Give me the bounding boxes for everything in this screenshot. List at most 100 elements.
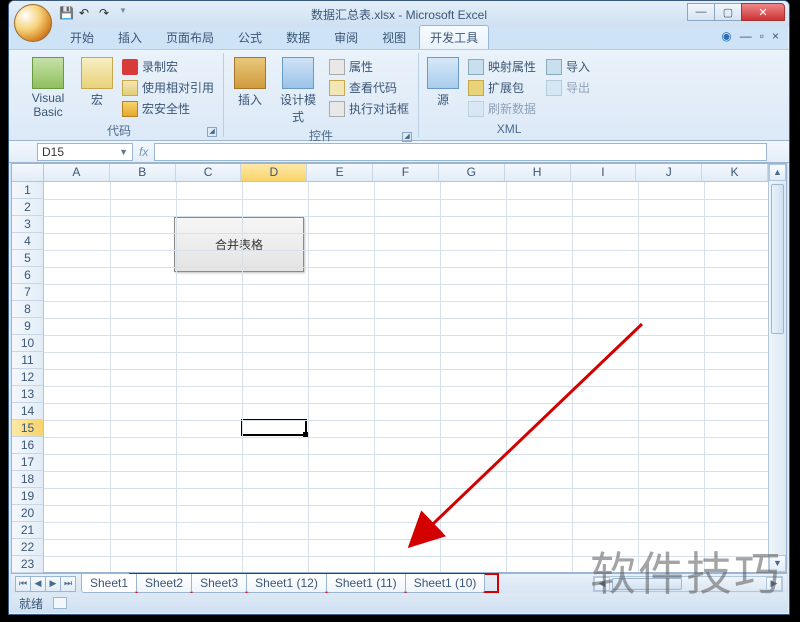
row-header[interactable]: 8 xyxy=(12,301,43,318)
formula-input[interactable] xyxy=(154,143,767,161)
scroll-thumb[interactable] xyxy=(771,184,784,334)
restore-workbook-icon[interactable]: ▫ xyxy=(760,29,764,43)
row-header[interactable]: 18 xyxy=(12,471,43,488)
row-header[interactable]: 12 xyxy=(12,369,43,386)
row-header[interactable]: 22 xyxy=(12,539,43,556)
row-header[interactable]: 10 xyxy=(12,335,43,352)
cell-grid[interactable]: 合并表格 xyxy=(44,182,768,572)
relative-ref-button[interactable]: 使用相对引用 xyxy=(119,78,217,97)
row-header[interactable]: 14 xyxy=(12,403,43,420)
help-icon[interactable]: ◉ xyxy=(721,29,731,43)
scroll-left-icon[interactable]: ◀ xyxy=(594,577,610,591)
row-header[interactable]: 16 xyxy=(12,437,43,454)
row-header[interactable]: 5 xyxy=(12,250,43,267)
fx-icon[interactable]: fx xyxy=(139,145,148,159)
refresh-data-button[interactable]: 刷新数据 xyxy=(465,99,539,118)
ribbon-tab-4[interactable]: 数据 xyxy=(275,25,321,49)
col-header[interactable]: J xyxy=(636,164,702,181)
sheet-tab[interactable]: Sheet3 xyxy=(191,574,247,593)
view-code-button[interactable]: 查看代码 xyxy=(326,78,412,97)
ribbon-tab-3[interactable]: 公式 xyxy=(227,25,273,49)
row-header[interactable]: 21 xyxy=(12,522,43,539)
row-header[interactable]: 1 xyxy=(12,182,43,199)
maximize-button[interactable]: ▢ xyxy=(714,3,742,21)
expansion-pack-button[interactable]: 扩展包 xyxy=(465,78,539,97)
macros-button[interactable]: 宏 xyxy=(79,55,115,110)
col-header[interactable]: I xyxy=(571,164,637,181)
row-header[interactable]: 7 xyxy=(12,284,43,301)
prev-sheet-button[interactable]: ◀ xyxy=(30,576,46,592)
col-header[interactable]: A xyxy=(44,164,110,181)
horizontal-scrollbar[interactable]: ◀ ▶ xyxy=(593,576,783,592)
save-icon[interactable]: 💾 xyxy=(59,6,75,22)
ribbon-tab-7[interactable]: 开发工具 xyxy=(419,25,489,49)
row-header[interactable]: 20 xyxy=(12,505,43,522)
record-macro-button[interactable]: 录制宏 xyxy=(119,57,217,76)
name-box[interactable]: D15▼ xyxy=(37,143,133,161)
scroll-right-icon[interactable]: ▶ xyxy=(766,577,782,591)
min-ribbon-icon[interactable]: — xyxy=(740,29,752,43)
row-header[interactable]: 3 xyxy=(12,216,43,233)
minimize-button[interactable]: — xyxy=(687,3,715,21)
qat-dropdown-icon[interactable]: ▼ xyxy=(119,6,135,22)
row-header[interactable]: 19 xyxy=(12,488,43,505)
dialog-launcher-icon[interactable]: ◢ xyxy=(207,127,217,137)
sheet-tab[interactable]: Sheet1 (11) xyxy=(326,574,406,593)
col-header[interactable]: G xyxy=(439,164,505,181)
row-header[interactable]: 2 xyxy=(12,199,43,216)
insert-control-button[interactable]: 插入 xyxy=(230,55,270,110)
col-header[interactable]: H xyxy=(505,164,571,181)
ribbon-tab-5[interactable]: 审阅 xyxy=(323,25,369,49)
run-dialog-button[interactable]: 执行对话框 xyxy=(326,99,412,118)
sheet-tab[interactable]: Sheet1 xyxy=(81,574,137,593)
row-header[interactable]: 6 xyxy=(12,267,43,284)
macro-indicator-icon[interactable] xyxy=(53,597,67,609)
ribbon-tab-2[interactable]: 页面布局 xyxy=(155,25,225,49)
merge-tables-button[interactable]: 合并表格 xyxy=(174,217,304,272)
properties-button[interactable]: 属性 xyxy=(326,57,412,76)
ribbon-tab-0[interactable]: 开始 xyxy=(59,25,105,49)
sheet-tab[interactable]: Sheet1 (10) xyxy=(405,574,486,593)
undo-icon[interactable]: ↶ xyxy=(79,6,95,22)
import-button[interactable]: 导入 xyxy=(543,57,593,76)
visual-basic-button[interactable]: Visual Basic xyxy=(21,55,75,121)
col-header[interactable]: C xyxy=(176,164,242,181)
close-button[interactable]: ✕ xyxy=(741,3,785,21)
first-sheet-button[interactable]: ⏮ xyxy=(15,576,31,592)
macro-security-button[interactable]: 宏安全性 xyxy=(119,99,217,118)
export-button[interactable]: 导出 xyxy=(543,78,593,97)
col-header[interactable]: B xyxy=(110,164,176,181)
col-header[interactable]: F xyxy=(373,164,439,181)
row-header[interactable]: 15 xyxy=(12,420,43,437)
row-header[interactable]: 4 xyxy=(12,233,43,250)
office-button[interactable] xyxy=(14,4,52,42)
ribbon-tab-6[interactable]: 视图 xyxy=(371,25,417,49)
close-workbook-icon[interactable]: × xyxy=(772,29,779,43)
col-header[interactable]: K xyxy=(702,164,768,181)
sheet-tab[interactable]: Sheet2 xyxy=(136,574,192,593)
ribbon-tab-1[interactable]: 插入 xyxy=(107,25,153,49)
sheet-tab[interactable]: Sheet1 (12) xyxy=(246,574,327,593)
hscroll-thumb[interactable] xyxy=(612,578,682,590)
select-all-button[interactable] xyxy=(12,164,44,182)
last-sheet-button[interactable]: ⏭ xyxy=(60,576,76,592)
col-header[interactable]: E xyxy=(307,164,373,181)
row-header[interactable]: 17 xyxy=(12,454,43,471)
chevron-down-icon[interactable]: ▼ xyxy=(119,147,128,157)
row-header[interactable]: 13 xyxy=(12,386,43,403)
group-xml: 源 映射属性 扩展包 刷新数据 导入 导出 XML xyxy=(419,53,599,137)
col-header[interactable]: D xyxy=(241,164,307,181)
source-button[interactable]: 源 xyxy=(425,55,461,110)
window-title: 数据汇总表.xlsx - Microsoft Excel xyxy=(311,6,487,23)
map-props-button[interactable]: 映射属性 xyxy=(465,57,539,76)
row-header[interactable]: 11 xyxy=(12,352,43,369)
vertical-scrollbar[interactable]: ▲ ▼ xyxy=(768,164,786,572)
row-header[interactable]: 9 xyxy=(12,318,43,335)
redo-icon[interactable]: ↷ xyxy=(99,6,115,22)
row-header[interactable]: 23 xyxy=(12,556,43,573)
scroll-up-icon[interactable]: ▲ xyxy=(769,164,786,181)
dialog-launcher-icon[interactable]: ◢ xyxy=(402,132,412,142)
next-sheet-button[interactable]: ▶ xyxy=(45,576,61,592)
scroll-down-icon[interactable]: ▼ xyxy=(769,555,786,572)
design-mode-button[interactable]: 设计模式 xyxy=(274,55,322,127)
